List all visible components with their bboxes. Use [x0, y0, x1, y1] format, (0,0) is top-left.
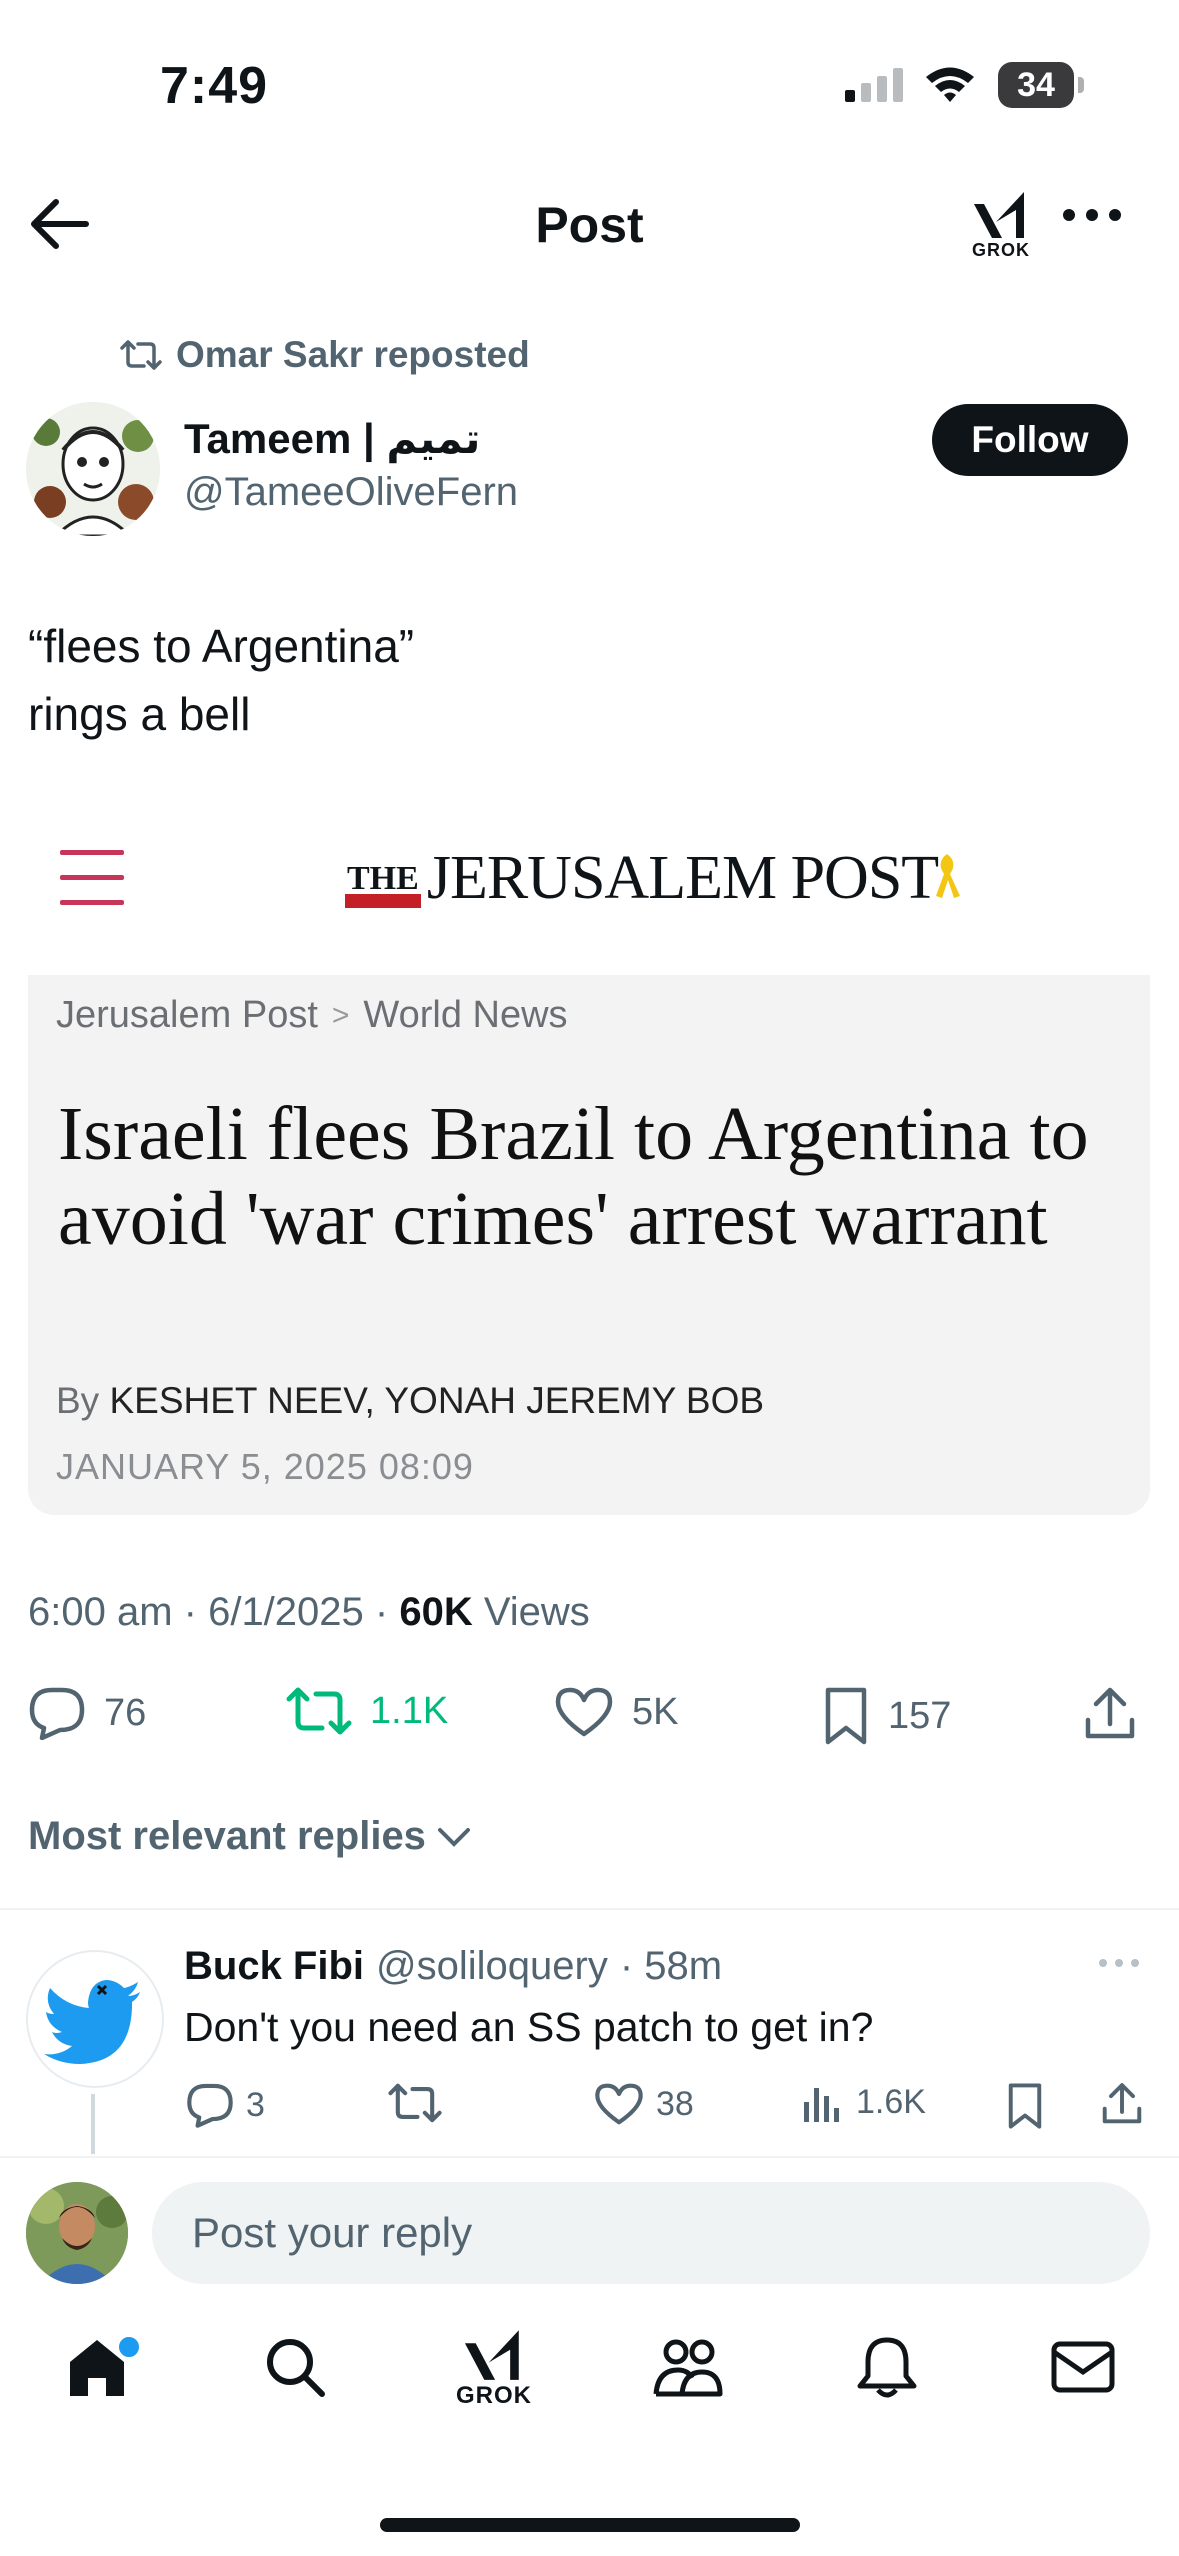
grok-label: GROK [456, 2382, 532, 2409]
reply-bookmark-button[interactable] [1006, 2082, 1044, 2130]
reply-header: Buck Fibi @soliloquery · 58m [184, 1944, 722, 1989]
more-icon[interactable] [1062, 208, 1122, 222]
tab-search[interactable] [262, 2334, 328, 2400]
reply-author-handle[interactable]: @soliloquery [376, 1944, 608, 1989]
repost-icon [120, 340, 162, 370]
reply-icon [187, 2083, 233, 2128]
unread-dot [116, 2334, 142, 2360]
bookmark-count: 157 [888, 1694, 952, 1737]
repost-count: 1.1K [370, 1689, 449, 1732]
reply-avatar[interactable] [26, 1950, 164, 2088]
divider [0, 1908, 1179, 1910]
post-text-line: “flees to Argentina” [28, 620, 415, 672]
article-headline: Israeli flees Brazil to Argentina to avo… [58, 1092, 1089, 1261]
author-avatar[interactable] [26, 402, 160, 536]
bell-icon [857, 2337, 917, 2398]
article-byline: By KESHET NEEV, YONAH JEREMY BOB [56, 1380, 764, 1422]
post-timestamp: 6:00 am · 6/1/2025 · [28, 1590, 400, 1634]
reply-text: Don't you need an SS patch to get in? [184, 2004, 874, 2050]
bookmark-icon [1008, 2083, 1042, 2129]
reply-author-name[interactable]: Buck Fibi [184, 1944, 364, 1989]
byline-authors: KESHET NEEV, YONAH JEREMY BOB [109, 1380, 765, 1421]
repost-icon [286, 1687, 352, 1735]
battery-cap [1078, 77, 1084, 93]
home-indicator [380, 2518, 800, 2532]
article-date: JANUARY 5, 2025 08:09 [56, 1446, 474, 1487]
share-button[interactable] [1082, 1686, 1138, 1742]
logo-main: JERUSALEM POST [426, 844, 939, 912]
byline-prefix: By [56, 1380, 100, 1421]
replies-sort-label: Most relevant replies [28, 1814, 426, 1858]
reply-button[interactable]: 76 [28, 1686, 146, 1740]
reply-repost-button[interactable] [388, 2082, 442, 2124]
cellular-signal-icon [845, 68, 907, 102]
communities-icon [653, 2339, 723, 2397]
search-icon [267, 2339, 325, 2397]
views-label: Views [472, 1590, 590, 1634]
like-button[interactable]: 5K [554, 1686, 678, 1738]
bookmark-icon [825, 1687, 867, 1745]
tab-grok[interactable]: GROK [456, 2326, 532, 2410]
replies-sort-dropdown[interactable]: Most relevant replies [28, 1814, 472, 1859]
reply-age: · 58m [619, 1944, 723, 1988]
battery-indicator: 34 [998, 62, 1074, 108]
like-icon [595, 2083, 643, 2125]
reply-icon [29, 1687, 85, 1740]
logo-the: THE [345, 862, 421, 908]
author-name[interactable]: Tameem | تميم [184, 414, 480, 463]
yellow-ribbon-icon [936, 854, 961, 898]
divider [0, 2156, 1179, 2158]
breadcrumb-separator: > [331, 998, 350, 1032]
breadcrumb-item: World News [363, 994, 568, 1036]
tab-messages[interactable] [1050, 2334, 1116, 2400]
hamburger-icon [60, 850, 124, 906]
follow-button[interactable]: Follow [932, 404, 1128, 476]
reply-like-button[interactable]: 38 [594, 2082, 694, 2126]
thread-line [91, 2094, 95, 2154]
repost-text: Omar Sakr reposted [176, 334, 530, 375]
reply-input[interactable]: Post your reply [152, 2182, 1150, 2284]
bookmark-button[interactable]: 157 [822, 1686, 951, 1746]
wifi-icon [924, 64, 976, 104]
like-icon [555, 1687, 613, 1737]
reply-reply-count: 3 [246, 2085, 265, 2124]
bird-icon [44, 1980, 140, 2064]
post-text: “flees to Argentina” rings a bell [28, 612, 414, 748]
share-icon [1102, 2083, 1142, 2124]
current-user-avatar[interactable] [26, 2182, 128, 2284]
views-count: 60K [399, 1590, 473, 1634]
reply-reply-button[interactable]: 3 [186, 2082, 265, 2128]
breadcrumb: Jerusalem Post > World News [56, 994, 568, 1037]
status-time: 7:49 [160, 57, 269, 115]
reply-more-icon[interactable] [1098, 1958, 1140, 1968]
grok-button[interactable]: GROK [966, 188, 1036, 261]
like-count: 5K [632, 1690, 679, 1733]
author-handle[interactable]: @TameeOliveFern [184, 470, 518, 515]
reply-like-count: 38 [656, 2084, 694, 2123]
reply-views-button[interactable]: 1.6K [802, 2082, 926, 2122]
grok-icon [974, 192, 1024, 238]
share-icon [1085, 1687, 1135, 1739]
breadcrumb-item: Jerusalem Post [56, 994, 318, 1036]
chevron-down-icon [437, 1827, 470, 1847]
reply-views-count: 1.6K [856, 2082, 926, 2121]
grok-icon [464, 2330, 519, 2380]
reply-count: 76 [104, 1691, 147, 1734]
reply-share-button[interactable] [1100, 2082, 1144, 2126]
repost-icon [388, 2083, 442, 2123]
post-text-line: rings a bell [28, 688, 251, 740]
jerusalem-post-logo: THE JERUSALEM POST [345, 844, 962, 912]
post-meta: 6:00 am · 6/1/2025 · 60K Views [28, 1590, 590, 1635]
mail-icon [1051, 2341, 1115, 2393]
repost-button[interactable]: 1.1K [286, 1686, 448, 1736]
repost-context[interactable]: Omar Sakr reposted [120, 334, 530, 376]
views-icon [804, 2088, 839, 2122]
tab-notifications[interactable] [856, 2334, 918, 2400]
grok-label: GROK [972, 240, 1030, 260]
tab-communities[interactable] [652, 2334, 724, 2400]
